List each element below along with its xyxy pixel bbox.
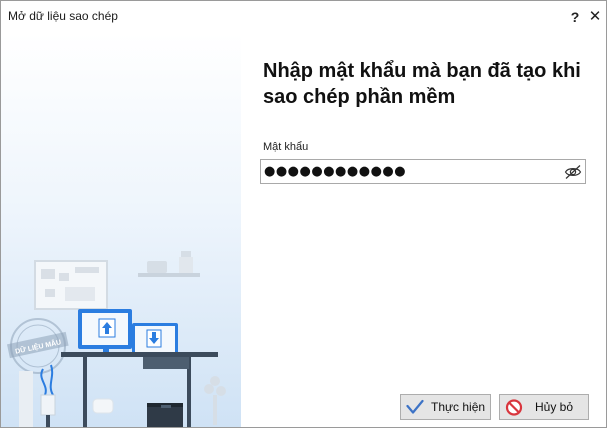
title-bar: Mở dữ liệu sao chép ? ✕ bbox=[1, 1, 606, 33]
cancel-button[interactable]: Hủy bỏ bbox=[499, 394, 589, 420]
cup bbox=[92, 398, 114, 414]
window-title: Mở dữ liệu sao chép bbox=[8, 9, 118, 23]
checkmark-icon bbox=[406, 399, 424, 414]
storage-box bbox=[147, 403, 183, 427]
password-label: Mật khẩu bbox=[263, 141, 309, 153]
chair bbox=[19, 371, 33, 427]
password-field[interactable] bbox=[260, 159, 586, 184]
open-backup-dialog: Mở dữ liệu sao chép ? ✕ DỮ LIỆU MẪU Nhập… bbox=[0, 0, 607, 428]
page-heading: Nhập mật khẩu mà bạn đã tạo khi sao chép… bbox=[263, 60, 581, 108]
cancel-prohibited-icon bbox=[505, 399, 523, 416]
cancel-button-label: Hủy bỏ bbox=[535, 400, 574, 414]
password-input[interactable] bbox=[264, 162, 554, 181]
close-button[interactable]: ✕ bbox=[585, 7, 605, 27]
ok-button[interactable]: Thực hiện bbox=[400, 394, 491, 420]
backup-illustration: DỮ LIỆU MẪU bbox=[1, 33, 241, 427]
monitor-download-illustration bbox=[132, 323, 178, 357]
help-button[interactable]: ? bbox=[565, 7, 585, 27]
ok-button-label: Thực hiện bbox=[431, 400, 486, 414]
show-password-eye-icon[interactable] bbox=[564, 163, 582, 181]
wall-board bbox=[34, 260, 108, 310]
